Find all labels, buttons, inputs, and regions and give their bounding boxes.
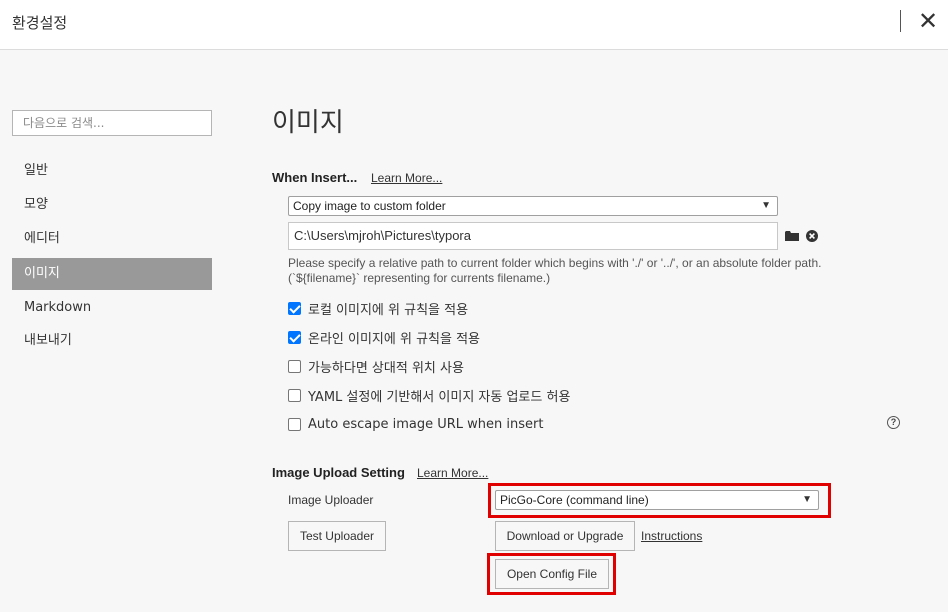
sidebar-item-appearance[interactable]: 모양 (12, 189, 212, 221)
option-apply-local-row[interactable]: 로컬 이미지에 위 규칙을 적용 (288, 298, 468, 318)
image-uploader-select[interactable]: PicGo-Core (command line) ▼ (495, 490, 819, 510)
upload-learn-more-link[interactable]: Learn More... (417, 466, 488, 480)
sidebar-item-image[interactable]: 이미지 (12, 258, 212, 290)
option-apply-online-row[interactable]: 온라인 이미지에 위 규칙을 적용 (288, 327, 480, 347)
image-uploader-label: Image Uploader (288, 493, 374, 507)
search-input[interactable] (12, 110, 212, 136)
option-auto-escape-row[interactable]: Auto escape image URL when insert (288, 414, 543, 434)
close-button[interactable]: ✕ (914, 8, 942, 36)
download-upgrade-button[interactable]: Download or Upgrade (495, 521, 635, 551)
window-title: 환경설정 (12, 14, 68, 32)
option-yaml-upload-row[interactable]: YAML 설정에 기반해서 이미지 자동 업로드 허용 (288, 385, 570, 405)
when-insert-learn-more-link[interactable]: Learn More... (371, 171, 442, 185)
test-uploader-button[interactable]: Test Uploader (288, 521, 386, 551)
open-config-file-button[interactable]: Open Config File (495, 559, 609, 589)
chevron-down-icon: ▼ (761, 200, 771, 211)
sidebar-item-markdown[interactable]: Markdown (12, 292, 212, 324)
image-uploader-value: PicGo-Core (command line) (500, 493, 649, 507)
folder-icon[interactable] (785, 229, 799, 247)
insert-action-select[interactable]: Copy image to custom folder ▼ (288, 196, 778, 216)
option-yaml-upload-label: YAML 설정에 기반해서 이미지 자동 업로드 허용 (308, 389, 571, 405)
image-path-input[interactable]: C:\Users\mjroh\Pictures\typora (288, 222, 778, 250)
when-insert-label: When Insert... (272, 170, 358, 185)
option-relative-path-row[interactable]: 가능하다면 상대적 위치 사용 (288, 356, 464, 376)
chevron-down-icon: ▼ (802, 494, 812, 505)
option-auto-escape-checkbox[interactable] (288, 417, 301, 431)
option-apply-local-checkbox[interactable] (288, 301, 301, 315)
title-separator (900, 10, 901, 32)
image-upload-setting-label: Image Upload Setting (272, 465, 405, 480)
option-yaml-upload-checkbox[interactable] (288, 388, 301, 402)
clear-circle-icon[interactable] (806, 229, 818, 247)
path-hint-text: Please specify a relative path to curren… (288, 256, 822, 285)
instructions-link[interactable]: Instructions (641, 529, 702, 543)
insert-action-value: Copy image to custom folder (293, 199, 446, 213)
option-apply-local-label: 로컬 이미지에 위 규칙을 적용 (308, 302, 469, 318)
sidebar-item-export[interactable]: 내보내기 (12, 325, 212, 357)
option-apply-online-label: 온라인 이미지에 위 규칙을 적용 (308, 331, 481, 347)
sidebar-item-general[interactable]: 일반 (12, 155, 212, 187)
option-relative-path-checkbox[interactable] (288, 359, 301, 373)
help-circle-icon[interactable]: ? (887, 416, 900, 429)
option-auto-escape-label: Auto escape image URL when insert (308, 416, 544, 432)
title-bar: 환경설정 ✕ (0, 0, 948, 50)
option-relative-path-label: 가능하다면 상대적 위치 사용 (308, 360, 464, 376)
sidebar-item-editor[interactable]: 에디터 (12, 223, 212, 255)
option-apply-online-checkbox[interactable] (288, 330, 301, 344)
page-title: 이미지 (272, 108, 344, 138)
